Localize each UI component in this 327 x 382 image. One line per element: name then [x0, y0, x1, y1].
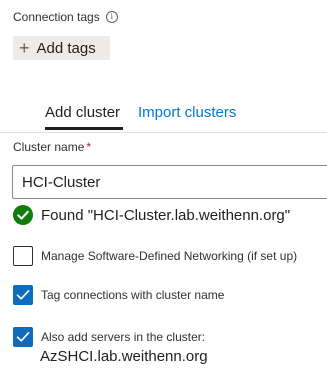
add-tags-label: Add tags [36, 39, 96, 57]
required-marker: * [86, 140, 92, 154]
validation-status: Found "HCI-Cluster.lab.weithenn.org" [13, 205, 290, 225]
sdn-checkbox-label: Manage Software-Defined Networking (if s… [41, 249, 298, 263]
sdn-checkbox[interactable] [13, 246, 33, 266]
add-servers-label: Also add servers in the cluster: [41, 330, 206, 344]
tab-import-clusters[interactable]: Import clusters [138, 104, 236, 121]
add-tags-button[interactable]: + Add tags [13, 36, 110, 60]
plus-icon: + [19, 38, 30, 58]
servers-list-value: AzSHCI.lab.weithenn.org [40, 348, 208, 365]
tab-divider [0, 132, 327, 133]
tab-add-cluster[interactable]: Add cluster [45, 104, 120, 121]
cluster-name-label: Cluster name * [13, 140, 91, 154]
cluster-name-input[interactable] [12, 165, 327, 199]
add-servers-option[interactable]: Also add servers in the cluster: [13, 327, 205, 347]
check-circle-icon [13, 205, 33, 225]
tag-connections-label: Tag connections with cluster name [41, 288, 225, 302]
selected-tab-indicator [45, 127, 123, 130]
add-servers-checkbox[interactable] [13, 327, 33, 347]
sdn-option[interactable]: Manage Software-Defined Networking (if s… [13, 246, 297, 266]
info-icon[interactable]: i [105, 11, 118, 23]
connection-tags-label: Connection tags i [13, 10, 118, 24]
tag-connections-option[interactable]: Tag connections with cluster name [13, 285, 224, 305]
checkmark-icon [16, 290, 30, 300]
validation-status-text: Found "HCI-Cluster.lab.weithenn.org" [41, 206, 291, 224]
tag-connections-checkbox[interactable] [13, 285, 33, 305]
cluster-name-label-text: Cluster name [13, 140, 85, 154]
checkmark-icon [16, 332, 30, 342]
connection-tags-text: Connection tags [13, 10, 100, 24]
